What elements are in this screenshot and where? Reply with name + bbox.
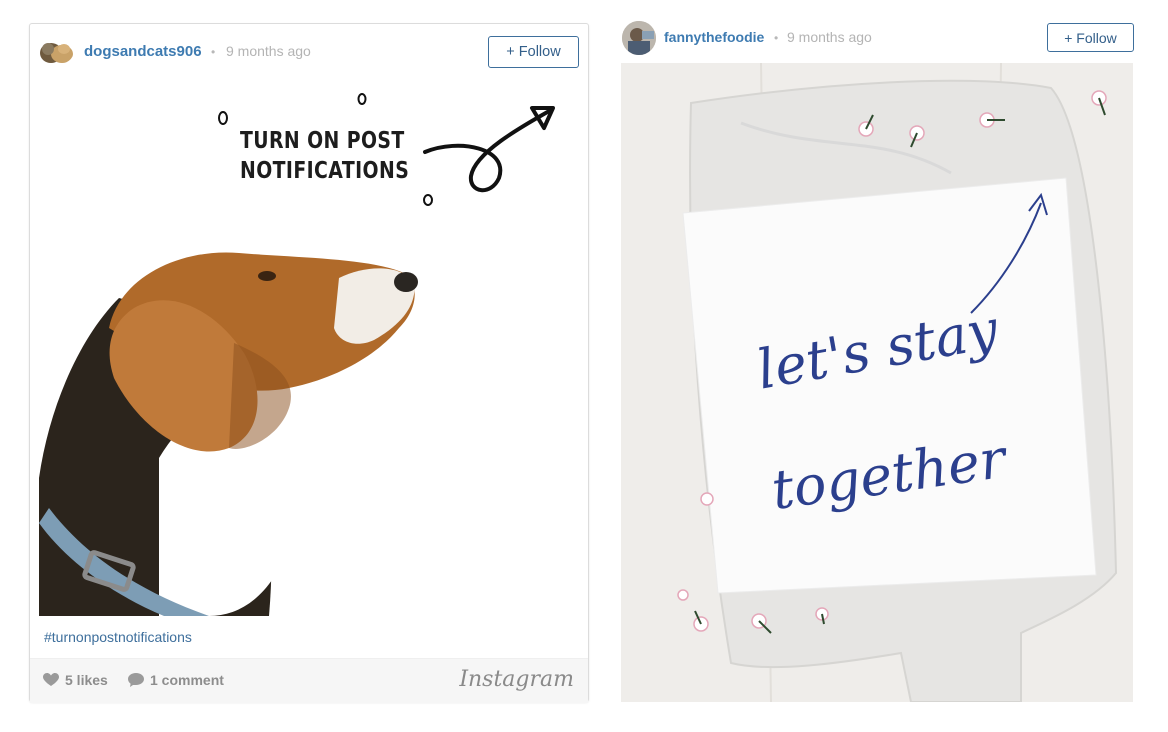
post-time[interactable]: 9 months ago (787, 29, 872, 45)
post-card-dogsandcats906: dogsandcats906 • 9 months ago + Follow T… (29, 23, 589, 703)
follow-button[interactable]: + Follow (1047, 23, 1134, 52)
likes-count: 5 likes (65, 672, 108, 688)
avatar[interactable] (622, 21, 656, 55)
post-time[interactable]: 9 months ago (226, 43, 311, 59)
post-caption-hashtag[interactable]: #turnonpostnotifications (44, 629, 192, 645)
post-image[interactable]: let's stay together (621, 63, 1133, 702)
comments-link[interactable]: 1 comment (128, 672, 224, 688)
post-card-fannythefoodie: fannythefoodie • 9 months ago + Follow l… (620, 18, 1134, 702)
post-image[interactable]: TURN ON POST NOTIFICATIONS (39, 78, 579, 616)
post-footer: 5 likes 1 comment Instagram (30, 658, 588, 703)
note-on-marble-board (621, 63, 1133, 702)
separator-dot: • (211, 45, 216, 59)
instagram-logo[interactable]: Instagram (459, 667, 574, 692)
heart-icon (43, 673, 59, 686)
post-header: dogsandcats906 • 9 months ago + Follow (30, 24, 588, 78)
username[interactable]: dogsandcats906 (84, 43, 202, 60)
comments-count: 1 comment (150, 672, 224, 688)
comment-icon (128, 673, 144, 687)
likes-link[interactable]: 5 likes (43, 672, 108, 688)
separator-dot: • (774, 31, 779, 45)
notification-line-2: NOTIFICATIONS (240, 158, 410, 184)
follow-button[interactable]: + Follow (488, 36, 579, 68)
username[interactable]: fannythefoodie (664, 29, 764, 45)
avatar[interactable] (38, 37, 74, 65)
notification-line-1: TURN ON POST (240, 128, 405, 154)
